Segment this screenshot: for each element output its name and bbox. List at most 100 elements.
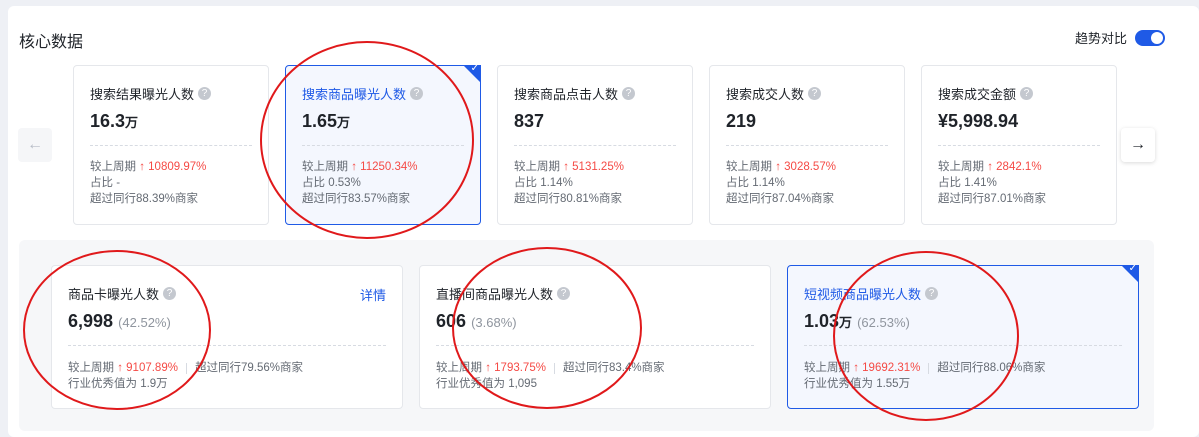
arrow-right-icon: →	[1130, 136, 1146, 153]
help-icon[interactable]: ?	[163, 286, 177, 300]
compare-label: 较上周期	[436, 362, 482, 374]
share-text: 占比 0.53%	[302, 177, 361, 189]
separator	[928, 362, 930, 374]
check-icon: ✓	[1128, 263, 1137, 274]
peer-text: 超过同行87.04%商家	[726, 193, 835, 205]
metric-label: 短视频商品曝光人数	[804, 286, 922, 302]
peer-text: 超过同行83.57%商家	[302, 193, 411, 205]
sub-metric-card-live-product-exposure[interactable]: 直播间商品曝光人数? 606 (3.68%) 较上周期 ↑ 1793.75% 超过…	[419, 265, 771, 409]
help-icon[interactable]: ?	[808, 86, 822, 100]
compare-label: 较上周期	[514, 161, 560, 173]
separator	[185, 362, 187, 374]
share-text: 占比 -	[90, 177, 121, 189]
metric-label: 搜索商品曝光人数	[302, 86, 407, 102]
metric-card-search-product-click[interactable]: 搜索商品点击人数? 837 较上周期 ↑ 5131.25% 占比 1.14% 超…	[497, 65, 693, 225]
help-icon[interactable]: ?	[925, 286, 939, 300]
metric-value: 1.03	[804, 311, 840, 331]
metric-card-search-buyers[interactable]: 搜索成交人数? 219 较上周期 ↑ 3028.57% 占比 1.14% 超过同…	[709, 65, 905, 225]
metric-value: 1.65	[302, 111, 338, 131]
arrow-left-icon: ←	[27, 136, 43, 153]
peer-text: 超过同行79.56%商家	[194, 362, 303, 374]
help-icon[interactable]: ?	[198, 86, 212, 100]
metric-label: 搜索结果曝光人数	[90, 86, 195, 102]
separator	[553, 362, 555, 374]
help-icon[interactable]: ?	[557, 286, 571, 300]
change-value: 11250.34%	[360, 161, 418, 173]
up-arrow-icon: ↑	[987, 161, 993, 173]
divider	[68, 345, 386, 346]
peer-text: 超过同行88.06%商家	[937, 362, 1046, 374]
sub-metric-card-short-video-exposure[interactable]: ✓ 短视频商品曝光人数? 1.03万 (62.53%) 较上周期 ↑ 19692…	[787, 263, 1139, 409]
metric-share: (62.53%)	[857, 315, 910, 330]
metric-value: 606	[436, 311, 467, 331]
up-arrow-icon: ↑	[117, 362, 123, 374]
share-text: 占比 1.41%	[938, 177, 997, 189]
excellent-value: 行业优秀值为 1.9万	[68, 378, 168, 390]
up-arrow-icon: ↑	[139, 161, 145, 173]
compare-label: 较上周期	[302, 161, 348, 173]
metric-label: 直播间商品曝光人数	[436, 286, 554, 302]
exposure-breakdown: 详情 商品卡曝光人数? 6,998 (42.52%) 较上周期 ↑ 9107.8…	[19, 240, 1154, 431]
trend-compare-control[interactable]: 趋势对比	[1075, 28, 1165, 47]
next-button[interactable]: →	[1121, 128, 1155, 162]
divider	[938, 145, 1100, 146]
compare-label: 较上周期	[726, 161, 772, 173]
peer-text: 超过同行88.39%商家	[90, 193, 199, 205]
change-value: 10809.97%	[148, 161, 207, 173]
prev-button[interactable]: ←	[18, 128, 52, 162]
compare-label: 较上周期	[804, 362, 850, 374]
metric-value: 16.3	[90, 111, 126, 131]
excellent-value: 行业优秀值为 1,095	[436, 378, 537, 390]
metric-card-search-product-exposure[interactable]: ✓ 搜索商品曝光人数? 1.65万 较上周期 ↑ 11250.34% 占比 0.…	[285, 63, 481, 225]
divider	[302, 145, 464, 146]
change-value: 2842.1%	[996, 161, 1042, 173]
help-icon[interactable]: ?	[410, 86, 424, 100]
share-text: 占比 1.14%	[514, 177, 573, 189]
check-icon: ✓	[470, 63, 479, 74]
sub-metric-card-product-card-exposure[interactable]: 详情 商品卡曝光人数? 6,998 (42.52%) 较上周期 ↑ 9107.8…	[51, 265, 403, 409]
section-title: 核心数据	[19, 34, 84, 51]
help-icon[interactable]: ?	[622, 86, 636, 100]
compare-label: 较上周期	[68, 362, 114, 374]
metric-value: ¥5,998.94	[938, 111, 1019, 131]
metric-card-search-result-exposure[interactable]: 搜索结果曝光人数? 16.3万 较上周期 ↑ 10809.97% 占比 - 超过…	[73, 65, 269, 225]
metric-value: 219	[726, 111, 757, 131]
change-value: 9107.89%	[126, 362, 178, 374]
change-value: 3028.57%	[784, 161, 836, 173]
divider	[514, 145, 676, 146]
trend-compare-label: 趋势对比	[1074, 31, 1127, 46]
up-arrow-icon: ↑	[853, 362, 859, 374]
metric-unit: 万	[125, 115, 139, 130]
peer-text: 超过同行87.01%商家	[938, 193, 1047, 205]
peer-text: 超过同行83.4%商家	[562, 362, 665, 374]
metric-share: (42.52%)	[118, 315, 171, 330]
change-value: 5131.25%	[572, 161, 624, 173]
metric-card-search-gmv[interactable]: 搜索成交金额? ¥5,998.94 较上周期 ↑ 2842.1% 占比 1.41…	[921, 65, 1117, 225]
compare-label: 较上周期	[938, 161, 984, 173]
metric-value: 6,998	[68, 311, 114, 331]
metric-unit: 万	[839, 315, 853, 330]
up-arrow-icon: ↑	[485, 362, 491, 374]
change-value: 19692.31%	[862, 362, 921, 374]
up-arrow-icon: ↑	[563, 161, 569, 173]
help-icon[interactable]: ?	[1020, 86, 1034, 100]
change-value: 1793.75%	[494, 362, 546, 374]
trend-compare-toggle[interactable]	[1135, 29, 1165, 46]
compare-label: 较上周期	[90, 161, 136, 173]
divider	[804, 345, 1122, 346]
divider	[436, 345, 754, 346]
metric-value: 837	[514, 111, 545, 131]
excellent-value: 行业优秀值为 1.55万	[804, 378, 911, 390]
peer-text: 超过同行80.81%商家	[514, 193, 623, 205]
metric-label: 搜索成交金额	[938, 86, 1017, 102]
up-arrow-icon: ↑	[351, 161, 357, 173]
metric-label: 商品卡曝光人数	[68, 286, 160, 302]
metric-unit: 万	[337, 115, 351, 130]
detail-link[interactable]: 详情	[360, 285, 386, 304]
metric-label: 搜索成交人数	[726, 86, 805, 102]
metric-label: 搜索商品点击人数	[514, 86, 619, 102]
divider	[90, 145, 252, 146]
up-arrow-icon: ↑	[775, 161, 781, 173]
divider	[726, 145, 888, 146]
metric-share: (3.68%)	[471, 315, 517, 330]
